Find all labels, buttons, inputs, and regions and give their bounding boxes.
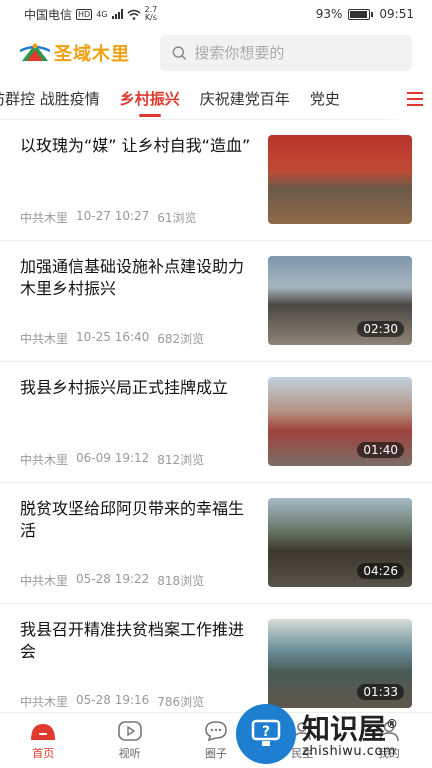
news-meta: 中共木里 06-09 19:12 812浏览 — [20, 451, 252, 468]
status-right: 93% 09:51 — [316, 7, 414, 21]
app-header: 圣域木里 — [0, 28, 432, 78]
news-views: 682浏览 — [157, 332, 205, 346]
news-time: 10-27 10:27 — [76, 209, 150, 223]
search-box[interactable] — [160, 35, 412, 71]
nav-video[interactable]: 视听 — [86, 713, 172, 768]
watermark-registered: ® — [386, 716, 399, 731]
nav-video-label: 视听 — [118, 747, 141, 760]
news-meta: 中共木里 10-27 10:27 61浏览 — [20, 209, 252, 226]
news-title: 脱贫攻坚给邱阿贝带来的幸福生活 — [20, 499, 245, 540]
menu-icon[interactable] — [398, 77, 432, 120]
status-bar: 中国电信 HD 4G 2.7 K/s 93% 09:51 — [0, 0, 432, 28]
tab-party-centenary[interactable]: 庆祝建党百年 — [200, 78, 290, 119]
news-thumbnail[interactable] — [268, 135, 412, 224]
watermark-text: 知识屋® zhishiwu.com — [302, 709, 398, 760]
news-title: 我县乡村振兴局正式挂牌成立 — [20, 378, 229, 397]
video-thumbnail[interactable]: 04:26 — [268, 498, 412, 587]
nav-home[interactable]: 首页 — [0, 713, 86, 768]
news-text: 以玫瑰为“媒” 让乡村自我“造血” 中共木里 10-27 10:27 61浏览 — [20, 135, 252, 240]
nav-circle-label: 圈子 — [205, 747, 228, 760]
news-text: 我县乡村振兴局正式挂牌成立 中共木里 06-09 19:12 812浏览 — [20, 377, 252, 482]
video-duration: 04:26 — [357, 563, 404, 579]
video-duration: 01:33 — [357, 684, 404, 700]
news-source: 中共木里 — [20, 211, 69, 225]
battery-icon — [348, 8, 374, 20]
news-source: 中共木里 — [20, 453, 69, 467]
svg-text:?: ? — [262, 724, 270, 740]
news-text: 我县召开精准扶贫档案工作推进会 中共木里 05-28 19:16 786浏览 — [20, 619, 252, 724]
battery-percent: 93% — [315, 7, 343, 21]
news-views: 812浏览 — [157, 453, 205, 467]
net-speed-unit: K/s — [144, 13, 157, 22]
video-thumbnail[interactable]: 02:30 — [268, 256, 412, 345]
list-item[interactable]: 加强通信基础设施补点建设助力木里乡村振兴 中共木里 10-25 16:40 68… — [0, 241, 432, 362]
video-duration: 02:30 — [357, 321, 404, 337]
news-title: 加强通信基础设施补点建设助力木里乡村振兴 — [20, 257, 245, 298]
news-source: 中共木里 — [20, 695, 69, 709]
app-logo[interactable]: 圣域木里 — [20, 40, 160, 66]
news-meta: 中共木里 05-28 19:16 786浏览 — [20, 693, 252, 710]
logo-emblem-icon — [20, 43, 50, 61]
category-tabs: 防群控 战胜疫情 乡村振兴 庆祝建党百年 党史 — [0, 77, 432, 120]
search-input[interactable] — [194, 44, 400, 62]
news-time: 06-09 19:12 — [76, 451, 150, 465]
search-icon — [172, 46, 187, 60]
hd-badge: HD — [76, 8, 93, 20]
net-speed: 2.7 K/s — [145, 6, 158, 22]
clock: 09:51 — [379, 7, 414, 21]
list-item[interactable]: 我县乡村振兴局正式挂牌成立 中共木里 06-09 19:12 812浏览 01:… — [0, 362, 432, 483]
news-time: 05-28 19:16 — [76, 693, 150, 707]
wifi-icon — [127, 9, 140, 20]
watermark-title-text: 知识屋 — [302, 712, 387, 746]
tabs-scroll[interactable]: 防群控 战胜疫情 乡村振兴 庆祝建党百年 党史 — [0, 78, 398, 119]
news-time: 05-28 19:22 — [76, 572, 150, 586]
logo-text: 圣域木里 — [54, 44, 130, 65]
battery-fill — [350, 10, 368, 18]
news-views: 61浏览 — [157, 211, 197, 225]
video-duration: 01:40 — [357, 442, 404, 458]
home-icon — [31, 724, 56, 740]
tab-epidemic[interactable]: 防群控 战胜疫情 — [0, 78, 100, 119]
list-item[interactable]: 脱贫攻坚给邱阿贝带来的幸福生活 中共木里 05-28 19:22 818浏览 0… — [0, 483, 432, 604]
news-views: 786浏览 — [157, 695, 205, 709]
chat-icon — [205, 721, 227, 742]
nav-home-label: 首页 — [32, 747, 55, 760]
tab-rural-revitalization[interactable]: 乡村振兴 — [120, 78, 180, 119]
news-text: 脱贫攻坚给邱阿贝带来的幸福生活 中共木里 05-28 19:22 818浏览 — [20, 498, 252, 603]
news-meta: 中共木里 10-25 16:40 682浏览 — [20, 330, 252, 347]
list-item[interactable]: 以玫瑰为“媒” 让乡村自我“造血” 中共木里 10-27 10:27 61浏览 — [0, 120, 432, 241]
signal-icon — [111, 9, 123, 19]
news-feed: 以玫瑰为“媒” 让乡村自我“造血” 中共木里 10-27 10:27 61浏览 … — [0, 120, 432, 725]
news-text: 加强通信基础设施补点建设助力木里乡村振兴 中共木里 10-25 16:40 68… — [20, 256, 252, 361]
status-left: 中国电信 HD 4G 2.7 K/s — [24, 6, 157, 23]
news-title: 以玫瑰为“媒” 让乡村自我“造血” — [20, 136, 251, 155]
news-time: 10-25 16:40 — [76, 330, 150, 344]
video-thumbnail[interactable]: 01:33 — [268, 619, 412, 708]
watermark-url: zhishiwu.com — [302, 744, 397, 760]
network-type: 4G — [96, 9, 108, 19]
watermark-title: 知识屋® — [302, 709, 398, 744]
watermark-logo-icon: ? — [236, 704, 296, 764]
news-meta: 中共木里 05-28 19:22 818浏览 — [20, 572, 252, 589]
tab-party-history[interactable]: 党史 — [310, 78, 340, 119]
news-title: 我县召开精准扶贫档案工作推进会 — [20, 620, 245, 661]
video-thumbnail[interactable]: 01:40 — [268, 377, 412, 466]
news-source: 中共木里 — [20, 332, 69, 346]
news-views: 818浏览 — [157, 574, 205, 588]
carrier-label: 中国电信 — [24, 7, 73, 22]
news-source: 中共木里 — [20, 574, 69, 588]
play-icon — [117, 721, 142, 741]
watermark: ? 知识屋® zhishiwu.com — [236, 702, 432, 766]
